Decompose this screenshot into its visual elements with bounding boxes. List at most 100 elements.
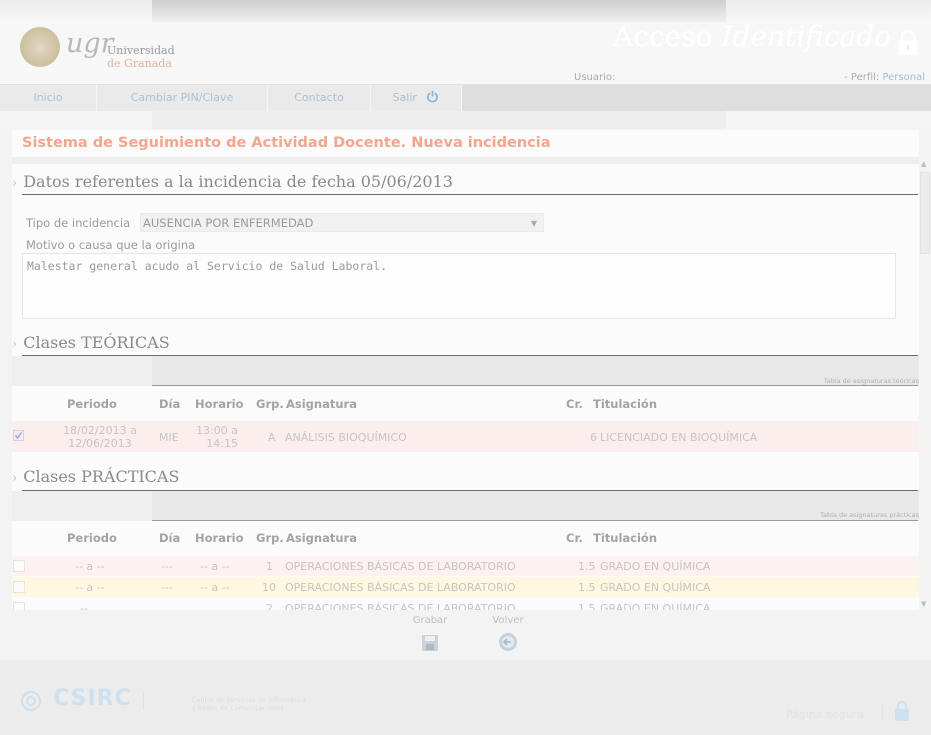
perfil-label: - Perfil: — [844, 72, 880, 83]
section-arrow-icon: › — [12, 471, 18, 486]
page-title: Sistema de Seguimiento de Actividad Doce… — [22, 135, 551, 151]
cell-titulacion: GRADO EN QUÍMICA — [600, 602, 711, 610]
col-grp: Grp. — [256, 397, 284, 411]
nav-item-contacto[interactable]: Contacto — [268, 85, 371, 111]
nav-item-cambiar-pin[interactable]: Cambiar PIN/Clave — [97, 85, 268, 111]
csirc-logo[interactable]: CSIRC — [20, 686, 144, 716]
lock-icon — [899, 30, 917, 55]
col-horario: Horario — [195, 397, 244, 411]
col-cr: Cr. — [566, 397, 583, 411]
secure-page-label: Página segura — [786, 708, 864, 721]
chevron-down-icon: ▼ — [530, 219, 537, 228]
cell-cr: 1.5 — [578, 560, 596, 573]
access-title-italic: Identificado — [721, 20, 891, 53]
row-checkbox[interactable] — [13, 581, 25, 593]
cell-cr: 1.5 — [578, 581, 596, 594]
perfil-value: Personal — [882, 72, 925, 83]
table-row[interactable] — [12, 421, 919, 452]
col-dia: Día — [159, 531, 181, 545]
cell-grp: 10 — [262, 581, 276, 594]
section-datos-heading: › Datos referentes a la incidencia de fec… — [12, 172, 453, 191]
university-name-line1: Universidad — [107, 44, 175, 57]
cell-cr: 1.5 — [578, 602, 596, 610]
cell-grp: 1 — [266, 560, 273, 573]
header-top-strip — [0, 0, 931, 22]
row-checkbox[interactable] — [13, 560, 25, 572]
cell-asignatura: OPERACIONES BÁSICAS DE LABORATORIO — [285, 602, 516, 610]
cell-titulacion: GRADO EN QUÍMICA — [600, 581, 711, 594]
table-row[interactable]: -- 2 OPERACIONES BÁSICAS DE LABORATORIO … — [12, 598, 919, 610]
cell-asignatura: ANÁLISIS BIOQUÍMICO — [285, 431, 407, 444]
section-practicas-title: Clases PRÁCTICAS — [23, 467, 180, 486]
csirc-logo-text: CSIRC — [53, 686, 132, 711]
back-button[interactable]: Volver — [486, 615, 530, 655]
secure-lock-icon — [895, 700, 909, 721]
cell-periodo: -- — [80, 602, 88, 610]
university-name: Universidad de Granada — [107, 44, 175, 70]
cell-titulacion: LICENCIADO EN BIOQUÍMICA — [600, 431, 758, 444]
csirc-emblem-icon — [21, 690, 41, 711]
tipo-select-value: AUSENCIA POR ENFERMEDAD — [143, 216, 314, 230]
col-horario: Horario — [195, 531, 244, 545]
cell-dia: --- — [161, 560, 173, 573]
sub-strip — [0, 111, 931, 129]
col-titulacion: Titulación — [593, 531, 658, 545]
nav-item-salir[interactable]: Salir — [371, 85, 462, 111]
row-checkbox[interactable] — [13, 602, 25, 610]
motivo-label: Motivo o causa que la origina — [26, 238, 196, 252]
col-asignatura: Asignatura — [286, 531, 357, 545]
cell-dia: --- — [161, 581, 173, 594]
cell-dia: MIE — [159, 431, 179, 444]
save-button-label: Grabar — [412, 615, 448, 626]
cell-periodo: 18/02/2013 a 12/06/2013 — [63, 424, 137, 450]
section-practicas-heading: › Clases PRÁCTICAS — [12, 467, 179, 486]
scroll-down-icon[interactable]: ▼ — [921, 600, 926, 608]
cell-horario: 13:00 a 14:15 — [196, 424, 238, 450]
csirc-description: Centro de Servicios de Informática y Red… — [192, 697, 307, 712]
tipo-label: Tipo de incidencia — [26, 216, 131, 230]
cell-cr: 6 — [590, 431, 597, 444]
cell-grp: 2 — [266, 602, 273, 610]
col-cr: Cr. — [566, 531, 583, 545]
cell-asignatura: OPERACIONES BÁSICAS DE LABORATORIO — [285, 581, 516, 594]
section-teoricas-heading: › Clases TEÓRICAS — [12, 333, 170, 352]
university-seal-icon — [20, 27, 60, 67]
section-teoricas-title: Clases TEÓRICAS — [23, 333, 170, 352]
col-grp: Grp. — [256, 531, 284, 545]
section-datos-title: Datos referentes a la incidencia de fech… — [23, 172, 453, 191]
access-title: Acceso Identificado — [613, 20, 891, 53]
nav-item-salir-label: Salir — [392, 91, 417, 104]
back-button-label: Volver — [492, 615, 524, 626]
col-titulacion: Titulación — [593, 397, 658, 411]
cell-grp: A — [268, 431, 276, 444]
cell-horario: -- a -- — [200, 560, 230, 573]
save-icon — [422, 635, 438, 651]
col-periodo: Periodo — [67, 397, 117, 411]
user-label: Usuario: — [574, 72, 616, 83]
perfil-info: - Perfil: Personal — [844, 72, 925, 83]
section-arrow-icon: › — [12, 176, 18, 191]
col-asignatura: Asignatura — [286, 397, 357, 411]
motivo-textarea[interactable]: Malestar general acudo al Servicio de Sa… — [22, 253, 896, 319]
col-periodo: Periodo — [67, 531, 117, 545]
cell-periodo: -- a -- — [75, 581, 105, 594]
back-icon — [499, 633, 517, 651]
cell-asignatura: OPERACIONES BÁSICAS DE LABORATORIO — [285, 560, 516, 573]
cell-horario: -- a -- — [200, 581, 230, 594]
nav-item-inicio[interactable]: Inicio — [0, 85, 97, 111]
access-title-plain: Acceso — [613, 20, 713, 53]
section-arrow-icon: › — [12, 337, 18, 352]
practicas-caption: Tabla de asignaturas prácticas — [820, 511, 919, 519]
university-name-line2: de Granada — [107, 57, 172, 70]
power-icon — [427, 91, 439, 103]
col-dia: Día — [159, 397, 181, 411]
scrollbar-thumb[interactable] — [920, 172, 930, 254]
teoricas-caption: Tabla de asignaturas teóricas — [823, 377, 919, 385]
save-button[interactable]: Grabar — [408, 615, 452, 655]
cell-titulacion: GRADO EN QUÍMICA — [600, 560, 711, 573]
row-checkbox[interactable] — [13, 430, 24, 441]
cell-periodo: -- a -- — [75, 560, 105, 573]
tipo-select[interactable]: AUSENCIA POR ENFERMEDAD ▼ — [140, 213, 544, 232]
scroll-up-icon[interactable]: ▲ — [921, 160, 926, 168]
main-nav: Inicio Cambiar PIN/Clave Contacto Salir — [0, 84, 931, 111]
